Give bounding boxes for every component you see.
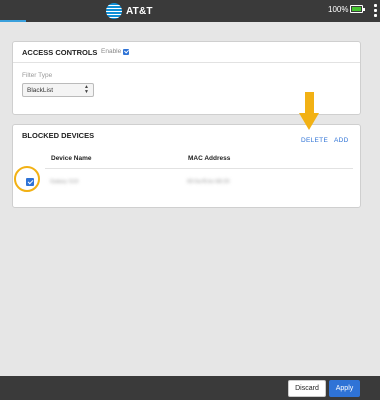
enable-checkbox[interactable]: [123, 48, 130, 55]
att-globe-icon: [106, 3, 122, 19]
arrow-down-annotation: [305, 92, 314, 114]
highlight-circle-annotation: [14, 166, 40, 192]
add-button[interactable]: ADD: [334, 137, 349, 144]
device-name-cell: Galaxy S10: [50, 179, 79, 185]
brand-name: AT&T: [126, 5, 153, 17]
blocked-devices-card: BLOCKED DEVICES DELETE ADD Device Name M…: [12, 124, 361, 208]
enable-label: Enable: [101, 48, 122, 55]
discard-button[interactable]: Discard: [288, 380, 326, 397]
apply-button[interactable]: Apply: [329, 380, 360, 397]
active-tab-indicator: [0, 20, 26, 22]
delete-button[interactable]: DELETE: [301, 137, 328, 144]
battery-icon: [350, 5, 365, 13]
access-controls-title: ACCESS CONTROLS: [22, 48, 98, 57]
top-bar: AT&T 100%: [0, 0, 380, 22]
filter-type-select[interactable]: BlackList ▲ ▼: [22, 83, 94, 97]
filter-type-value: BlackList: [27, 87, 54, 94]
enable-toggle[interactable]: Enable: [101, 48, 130, 55]
divider: [13, 62, 360, 63]
brand-logo: AT&T: [106, 3, 153, 19]
device-name-header: Device Name: [51, 155, 92, 162]
battery-percentage: 100%: [328, 5, 349, 14]
arrow-head-annotation: [299, 113, 319, 130]
more-vert-icon[interactable]: [374, 4, 377, 17]
blocked-devices-title: BLOCKED DEVICES: [22, 131, 95, 140]
mac-address-header: MAC Address: [188, 155, 231, 162]
table-header-divider: [45, 168, 353, 169]
filter-type-label: Filter Type: [22, 72, 53, 79]
select-arrows-icon: ▲ ▼: [84, 84, 89, 95]
mac-address-cell: 00:0a:f5:bc:68:20: [187, 179, 230, 185]
